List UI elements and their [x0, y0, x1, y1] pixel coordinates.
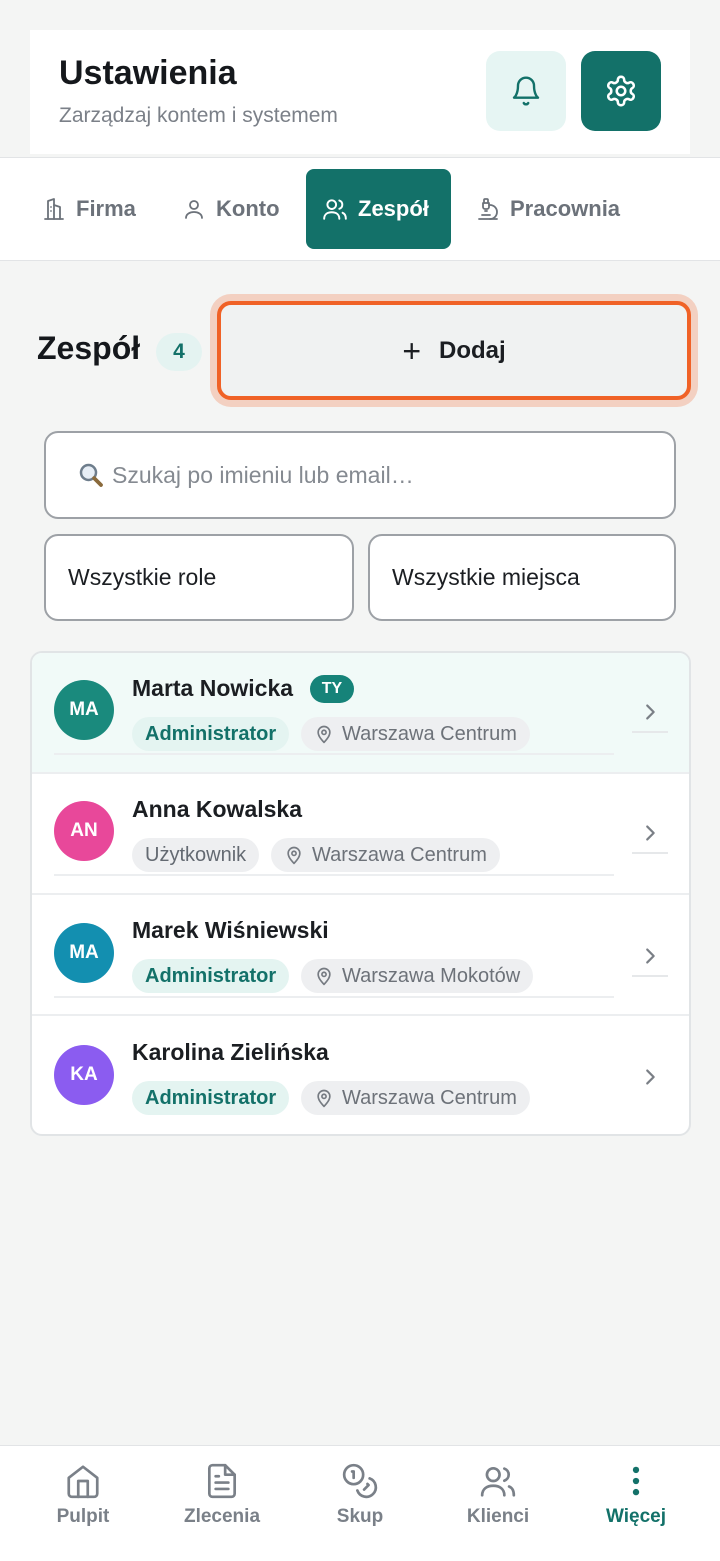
member-row[interactable]: MA Marta Nowicka TY Administrator Warsza… [32, 653, 689, 774]
avatar: AN [54, 801, 114, 861]
users-icon [323, 199, 347, 220]
member-name: Marek Wiśniewski [132, 917, 329, 943]
role-label: Administrator [145, 722, 277, 745]
members-list: MA Marta Nowicka TY Administrator Warsza… [30, 651, 691, 1136]
search-box [44, 431, 676, 519]
search-input[interactable] [112, 461, 632, 489]
coins-icon [342, 1463, 378, 1499]
location-badge: Warszawa Mokotów [301, 959, 534, 993]
users-icon [480, 1466, 516, 1497]
search-icon [79, 463, 103, 487]
home-icon [67, 1465, 99, 1499]
role-label: Użytkownik [145, 843, 247, 866]
nav-item-klienci[interactable]: Klienci [443, 1462, 553, 1528]
divider [632, 731, 668, 733]
location-filter-select[interactable]: Wszystkie miejsca [368, 534, 676, 621]
settings-tabs: Firma Konto Zespół Pracownia [0, 157, 720, 261]
map-pin-icon [287, 846, 301, 865]
divider [54, 996, 614, 998]
role-label: Administrator [145, 964, 277, 987]
avatar: MA [54, 923, 114, 983]
location-badge: Warszawa Centrum [271, 838, 500, 872]
nav-label: Pulpit [56, 1506, 110, 1527]
divider [632, 852, 668, 854]
location-label: Warszawa Mokotów [342, 964, 521, 987]
nav-item-skup[interactable]: Skup [305, 1462, 415, 1528]
nav-label: Skup [336, 1506, 384, 1527]
member-row[interactable]: MA Marek Wiśniewski Administrator Warsza… [32, 895, 689, 1016]
tab-label: Pracownia [510, 196, 621, 221]
more-vertical-icon [632, 1466, 640, 1496]
bottom-navigation: Pulpit Zlecenia Skup Klienci Więcej [0, 1445, 720, 1561]
chevron-right-icon[interactable] [632, 938, 668, 974]
gear-icon [606, 75, 636, 107]
member-name: Anna Kowalska [132, 796, 302, 822]
tab-firma[interactable]: Firma [26, 169, 152, 249]
chevron-right-icon[interactable] [632, 815, 668, 851]
tab-konto[interactable]: Konto [166, 169, 296, 249]
map-pin-icon [317, 1089, 331, 1108]
location-filter-value: Wszystkie miejsca [392, 564, 580, 590]
tab-pracownia[interactable]: Pracownia [460, 169, 636, 249]
building-icon [44, 198, 64, 220]
tab-label: Firma [76, 196, 136, 221]
member-count-badge: 4 [156, 333, 202, 371]
role-badge: Administrator [132, 959, 290, 993]
member-row[interactable]: AN Anna Kowalska Użytkownik Warszawa Cen… [32, 774, 689, 895]
role-filter-value: Wszystkie role [68, 564, 217, 590]
user-icon [185, 200, 203, 219]
nav-item-zlecenia[interactable]: Zlecenia [167, 1462, 277, 1528]
divider [632, 975, 668, 977]
nav-item-pulpit[interactable]: Pulpit [28, 1462, 138, 1528]
role-badge: Użytkownik [132, 838, 260, 872]
notifications-button[interactable] [486, 51, 566, 131]
tab-label: Zespół [358, 196, 429, 221]
add-button-label: Dodaj [439, 336, 506, 364]
location-label: Warszawa Centrum [342, 1086, 517, 1109]
role-label: Administrator [145, 1086, 277, 1109]
nav-label: Klienci [466, 1506, 530, 1527]
member-row[interactable]: KA Karolina Zielińska Administrator Wars… [32, 1017, 689, 1134]
divider [54, 874, 614, 876]
chevron-right-icon[interactable] [632, 694, 668, 730]
location-label: Warszawa Centrum [342, 722, 517, 745]
you-badge: TY [310, 675, 354, 703]
page-title: Ustawienia [59, 54, 237, 92]
avatar: KA [54, 1045, 114, 1105]
section-title: Zespół [37, 330, 141, 366]
role-filter-select[interactable]: Wszystkie role [44, 534, 354, 621]
tab-label: Konto [216, 196, 280, 221]
microscope-icon [478, 198, 498, 220]
avatar: MA [54, 680, 114, 740]
location-badge: Warszawa Centrum [301, 717, 530, 751]
member-name: Marta Nowicka [132, 675, 294, 701]
document-icon [207, 1463, 237, 1499]
bell-icon [512, 76, 540, 106]
plus-icon: + [402, 332, 421, 369]
settings-button[interactable] [581, 51, 661, 131]
map-pin-icon [317, 725, 331, 744]
tab-zespol[interactable]: Zespół [306, 169, 451, 249]
map-pin-icon [317, 967, 331, 986]
location-badge: Warszawa Centrum [301, 1081, 530, 1115]
page-header: Ustawienia Zarządzaj kontem i systemem [30, 30, 690, 154]
nav-label: Zlecenia [183, 1506, 261, 1527]
location-label: Warszawa Centrum [312, 843, 487, 866]
page-subtitle: Zarządzaj kontem i systemem [59, 104, 338, 127]
role-badge: Administrator [132, 717, 290, 751]
nav-label: Więcej [605, 1506, 667, 1527]
role-badge: Administrator [132, 1081, 290, 1115]
divider [54, 753, 614, 755]
member-name: Karolina Zielińska [132, 1039, 329, 1065]
chevron-right-icon[interactable] [632, 1059, 668, 1095]
add-member-button[interactable]: + Dodaj [217, 301, 691, 400]
nav-item-wiecej[interactable]: Więcej [581, 1462, 691, 1528]
